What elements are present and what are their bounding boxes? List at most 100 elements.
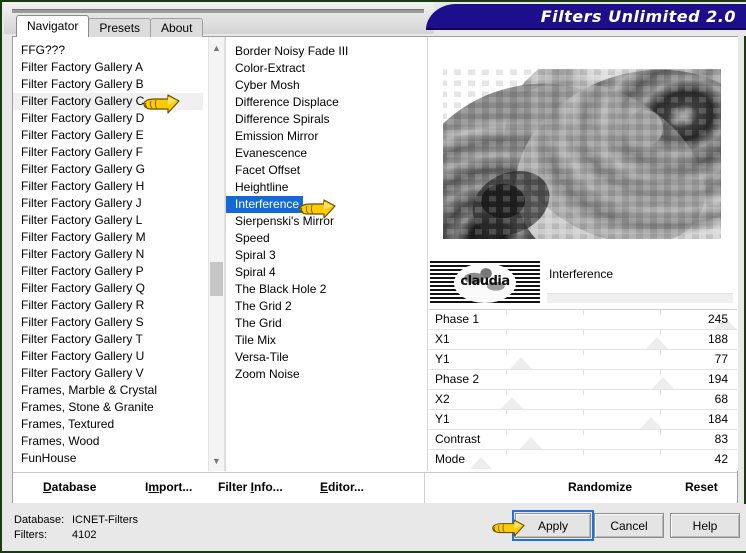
filter-list-item[interactable]: Evanescence (226, 144, 426, 161)
tab-presets[interactable]: Presets (88, 18, 152, 37)
filter-list-item[interactable]: Color-Extract (226, 59, 426, 76)
category-scroll-thumb[interactable] (210, 262, 223, 296)
slider-thumb[interactable] (518, 437, 543, 449)
import-button[interactable]: Import... (145, 480, 192, 494)
filter-list-item-label: The Grid (235, 316, 282, 330)
slider-thumb[interactable] (651, 377, 676, 389)
slider-tick (506, 410, 507, 415)
filter-list-item-label: Cyber Mosh (235, 78, 300, 92)
category-list-item[interactable]: Filter Factory Gallery N (13, 246, 203, 263)
filter-list-item[interactable]: The Black Hole 2 (226, 280, 426, 297)
app-title: Filters Unlimited 2.0 (540, 7, 736, 26)
randomize-button[interactable]: Randomize (568, 480, 632, 494)
category-list-item[interactable]: Filter Factory Gallery J (13, 195, 203, 212)
reset-button[interactable]: Reset (685, 480, 718, 494)
category-list-item[interactable]: Filter Factory Gallery A (13, 59, 203, 76)
category-list-item[interactable]: FunHouse (13, 450, 203, 467)
category-list-item[interactable]: Frames, Wood (13, 433, 203, 450)
category-list-item[interactable]: Filter Factory Gallery G (13, 161, 203, 178)
parameter-row[interactable]: Mode 42 (429, 449, 737, 469)
parameter-row[interactable]: X1 188 (429, 329, 737, 349)
category-list-item[interactable]: Filter Factory Gallery T (13, 331, 203, 348)
thumbnail-logo-text: claudia (460, 274, 510, 289)
category-list-scrollbar[interactable]: ▲ ▼ (208, 37, 225, 471)
slider-tick (660, 310, 661, 315)
category-list-item[interactable]: Filter Factory Gallery F (13, 144, 203, 161)
status-filters-label: Filters: (14, 529, 47, 541)
slider-tick (660, 330, 661, 335)
filter-list-item[interactable]: Versa-Tile (226, 348, 426, 365)
category-list[interactable]: FFG??? Filter Factory Gallery A Filter Fac… (13, 37, 223, 471)
tab-navigator-label: Navigator (27, 19, 79, 33)
filter-list-item[interactable]: Spiral 3 (226, 246, 426, 263)
category-list-item[interactable]: Filter Factory Gallery R (13, 297, 203, 314)
category-list-item[interactable]: Filter Factory Gallery B (13, 76, 203, 93)
filter-list-item[interactable]: Emission Mirror (226, 127, 426, 144)
filter-list-item-label: Emission Mirror (235, 129, 319, 143)
parameter-sliders[interactable]: Phase 1 245 X1 188 Y1 77 Phase 2 194 X2 68 Y1 184 Co… (429, 309, 737, 469)
filter-list-item-label: Evanescence (235, 146, 308, 160)
tab-about-label: About (161, 21, 193, 35)
parameter-row[interactable]: Phase 2 194 (429, 369, 737, 389)
parameter-row[interactable]: X2 68 (429, 389, 737, 409)
editor-button[interactable]: Editor... (320, 480, 364, 494)
parameter-row[interactable]: Contrast 83 (429, 429, 737, 449)
category-list-item[interactable]: Filter Factory Gallery S (13, 314, 203, 331)
category-list-item[interactable]: FFG??? (13, 42, 203, 59)
filter-list-item-label: Versa-Tile (235, 350, 289, 364)
database-button[interactable]: Database (43, 480, 96, 494)
tab-navigator[interactable]: Navigator (16, 15, 90, 37)
apply-button-label: Apply (537, 518, 569, 533)
filter-list-item[interactable]: Difference Spirals (226, 110, 426, 127)
category-list-item[interactable]: Filter Factory Gallery U (13, 348, 203, 365)
filter-preview[interactable] (433, 45, 731, 255)
filter-list-item[interactable]: Tile Mix (226, 331, 426, 348)
category-list-item[interactable]: Frames, Marble & Crystal (13, 382, 203, 399)
slider-tick (660, 430, 661, 435)
tab-about[interactable]: About (150, 18, 204, 37)
filter-list-item-label: The Black Hole 2 (235, 282, 327, 296)
category-list-item[interactable]: Filter Factory Gallery P (13, 263, 203, 280)
slider-thumb[interactable] (644, 337, 669, 349)
category-list-item[interactable]: Frames, Textured (13, 416, 203, 433)
parameter-row[interactable]: Y1 77 (429, 349, 737, 369)
filter-list-item[interactable]: Cyber Mosh (226, 76, 426, 93)
slider-tick (583, 330, 584, 335)
category-list-item[interactable]: Filter Factory Gallery M (13, 229, 203, 246)
category-list-item[interactable]: Filter Factory Gallery Q (13, 280, 203, 297)
cancel-button[interactable]: Cancel (594, 513, 664, 538)
apply-button[interactable]: Apply (512, 510, 594, 541)
parameter-value: 83 (714, 432, 728, 446)
slider-thumb[interactable] (638, 417, 663, 429)
scroll-up-icon[interactable]: ▲ (209, 39, 224, 56)
title-banner: Filters Unlimited 2.0 (426, 4, 746, 30)
help-button[interactable]: Help (670, 513, 740, 538)
filter-list-item[interactable]: Spiral 4 (226, 263, 426, 280)
status-filters-value: 4102 (72, 529, 97, 541)
category-list-item[interactable]: Frames, Stone & Granite (13, 399, 203, 416)
category-list-item[interactable]: Filter Factory Gallery E (13, 127, 203, 144)
filter-list-item[interactable]: The Grid 2 (226, 297, 426, 314)
parameter-row[interactable]: Phase 1 245 (429, 309, 737, 329)
filter-list-item[interactable]: The Grid (226, 314, 426, 331)
category-list-item[interactable]: Filter Factory Gallery H (13, 178, 203, 195)
filter-list-item[interactable]: Facet Offset (226, 161, 426, 178)
filter-list-item[interactable]: Difference Displace (226, 93, 426, 110)
slider-tick (506, 330, 507, 335)
category-list-item[interactable]: Filter Factory Gallery V (13, 365, 203, 382)
filter-list-item[interactable]: Border Noisy Fade III (226, 42, 426, 59)
filter-list-item-label: The Grid 2 (235, 299, 292, 313)
slider-thumb[interactable] (469, 457, 494, 469)
scroll-down-icon[interactable]: ▼ (209, 452, 224, 469)
filter-list-item[interactable]: Speed (226, 229, 426, 246)
slider-tick (506, 310, 507, 315)
slider-thumb[interactable] (509, 357, 534, 369)
slider-thumb[interactable] (500, 397, 525, 409)
filter-info-button[interactable]: Filter Info... (218, 480, 283, 494)
slider-tick (660, 450, 661, 455)
filter-list-item[interactable]: Zoom Noise (226, 365, 426, 382)
filter-list-item[interactable]: Heightline (226, 178, 426, 195)
filter-list[interactable]: Border Noisy Fade III Color-Extract Cyber … (225, 37, 428, 471)
category-list-item[interactable]: Filter Factory Gallery L (13, 212, 203, 229)
parameter-row[interactable]: Y1 184 (429, 409, 737, 429)
